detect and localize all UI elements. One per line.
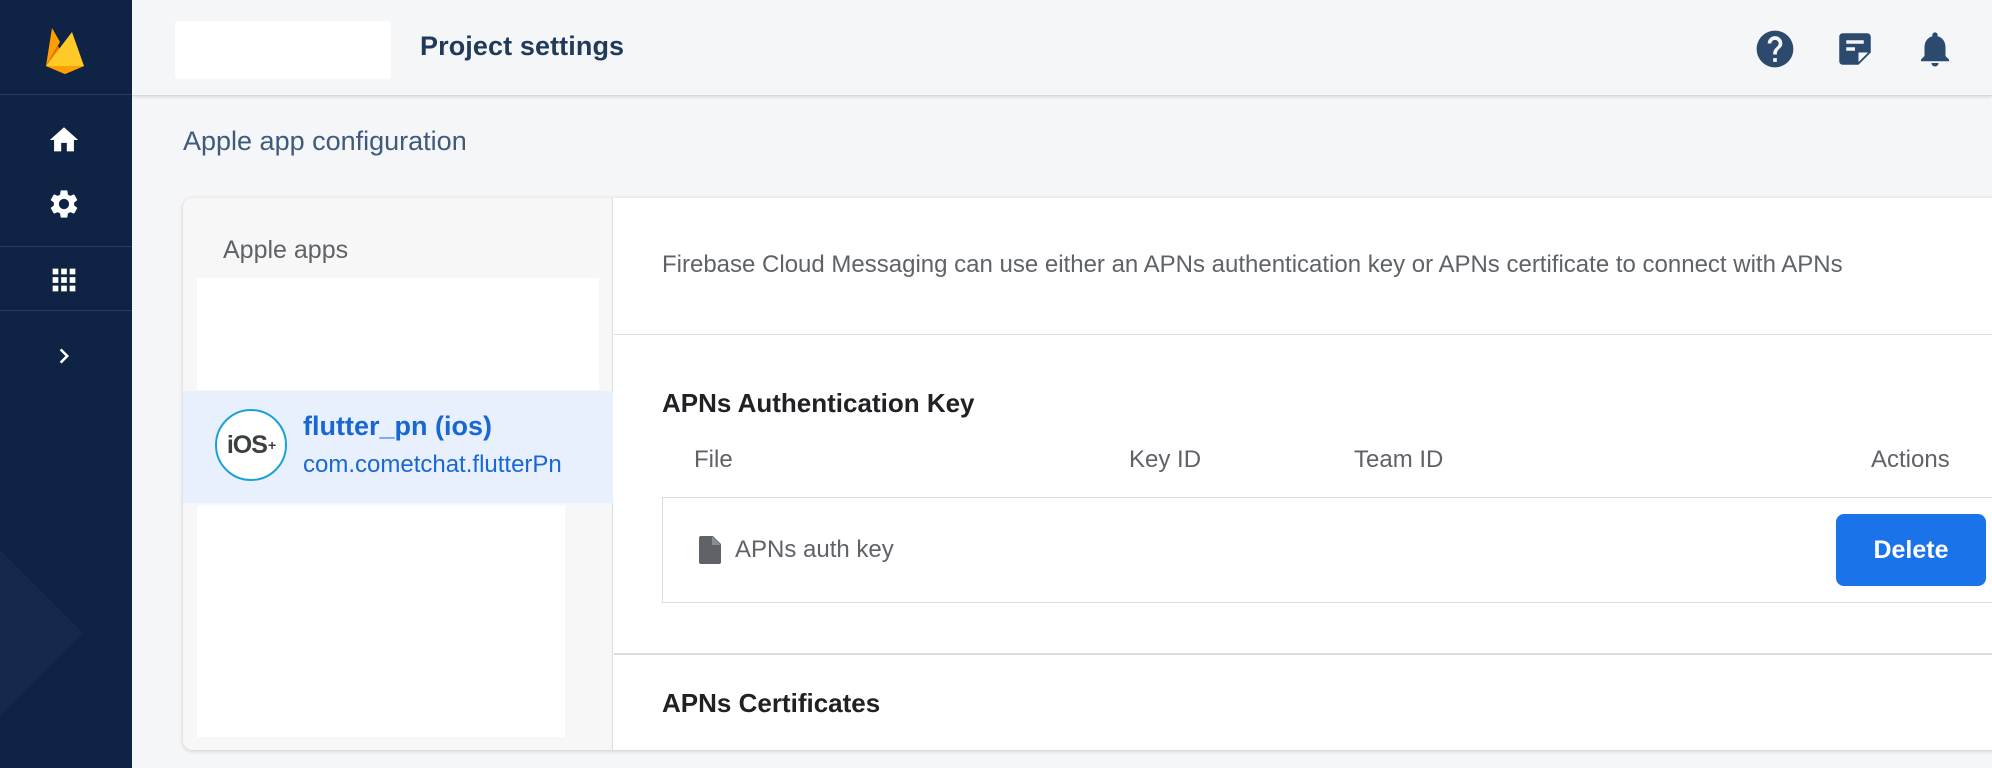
app-detail-panel: Firebase Cloud Messaging can use either … bbox=[614, 198, 1992, 750]
apps-grid-icon[interactable] bbox=[44, 260, 84, 300]
app-name: flutter_pn (ios) bbox=[303, 411, 492, 441]
sidebar-decoration bbox=[0, 350, 132, 768]
settings-icon[interactable] bbox=[44, 184, 84, 224]
sidebar-separator bbox=[0, 246, 132, 247]
ios-app-icon: iOS + bbox=[215, 409, 287, 481]
apple-apps-label: Apple apps bbox=[223, 236, 349, 264]
ios-badge-plus: + bbox=[267, 437, 276, 453]
firebase-logo[interactable] bbox=[42, 22, 88, 76]
feedback-icon[interactable] bbox=[1832, 26, 1878, 72]
apns-auth-key-title: APNs Authentication Key bbox=[662, 388, 975, 418]
apns-certificates-title[interactable]: APNs Certificates bbox=[662, 688, 880, 719]
notifications-icon[interactable] bbox=[1912, 26, 1958, 72]
table-row: APNs auth key Delete bbox=[662, 497, 1992, 603]
panel-spacer bbox=[197, 505, 565, 737]
page-title: Project settings bbox=[420, 31, 625, 61]
file-icon bbox=[699, 536, 721, 564]
chevron-right-icon[interactable] bbox=[44, 336, 84, 376]
sidebar bbox=[0, 0, 132, 768]
divider bbox=[614, 334, 1992, 335]
home-icon[interactable] bbox=[44, 120, 84, 160]
divider bbox=[614, 653, 1992, 655]
panel-spacer bbox=[197, 278, 599, 390]
fcm-description: Firebase Cloud Messaging can use either … bbox=[662, 251, 1843, 278]
apple-config-card: Apple apps iOS + flutter_pn (ios) com.com… bbox=[183, 198, 1992, 750]
ios-badge-text: iOS bbox=[226, 430, 268, 459]
section-title: Apple app configuration bbox=[183, 126, 467, 156]
project-selector[interactable] bbox=[175, 21, 391, 79]
app-bundle-id: com.cometchat.flutterPn bbox=[303, 451, 562, 478]
app-list-item[interactable]: iOS + flutter_pn (ios) com.cometchat.flut… bbox=[183, 391, 613, 503]
file-name: APNs auth key bbox=[735, 536, 894, 563]
apple-apps-panel: Apple apps iOS + flutter_pn (ios) com.com… bbox=[183, 198, 613, 750]
column-header-key-id: Key ID bbox=[1129, 446, 1202, 473]
column-header-team-id: Team ID bbox=[1354, 446, 1444, 473]
delete-button[interactable]: Delete bbox=[1836, 514, 1986, 586]
firebase-console: Project settings Apple app configuration… bbox=[0, 0, 1992, 768]
sidebar-separator bbox=[0, 94, 132, 95]
column-header-actions: Actions bbox=[1871, 446, 1950, 473]
sidebar-separator bbox=[0, 310, 132, 311]
column-header-file: File bbox=[694, 446, 733, 473]
top-header: Project settings bbox=[132, 0, 1992, 96]
help-icon[interactable] bbox=[1752, 26, 1798, 72]
